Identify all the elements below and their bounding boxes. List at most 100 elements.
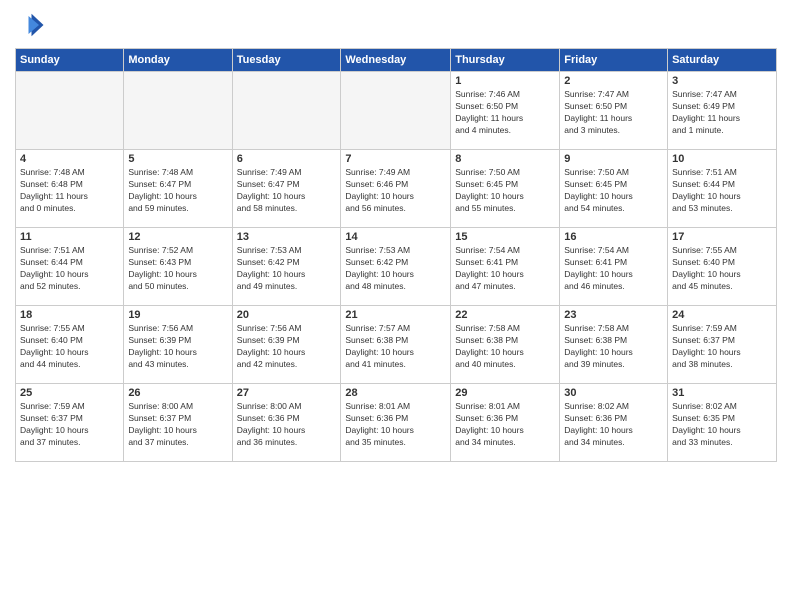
day-info: Sunrise: 8:00 AM Sunset: 6:37 PM Dayligh… — [128, 401, 227, 449]
calendar-cell: 10 Sunrise: 7:51 AM Sunset: 6:44 PM Dayli… — [668, 150, 777, 228]
day-number: 22 — [455, 309, 555, 321]
day-number: 13 — [237, 231, 337, 243]
day-number: 7 — [345, 153, 446, 165]
day-number: 31 — [672, 387, 772, 399]
day-info: Sunrise: 7:46 AM Sunset: 6:50 PM Dayligh… — [455, 89, 555, 137]
logo — [15, 10, 49, 40]
day-number: 6 — [237, 153, 337, 165]
day-number: 2 — [564, 75, 663, 87]
day-number: 11 — [20, 231, 119, 243]
day-number: 18 — [20, 309, 119, 321]
calendar-cell: 3 Sunrise: 7:47 AM Sunset: 6:49 PM Daylig… — [668, 72, 777, 150]
day-info: Sunrise: 7:50 AM Sunset: 6:45 PM Dayligh… — [564, 167, 663, 215]
calendar-table: SundayMondayTuesdayWednesdayThursdayFrid… — [15, 48, 777, 462]
calendar-cell: 25Sunrise: 7:59 AM Sunset: 6:37 PM Dayli… — [16, 384, 124, 462]
calendar-cell — [124, 72, 232, 150]
calendar-cell: 24Sunrise: 7:59 AM Sunset: 6:37 PM Dayli… — [668, 306, 777, 384]
calendar-cell: 2 Sunrise: 7:47 AM Sunset: 6:50 PM Daylig… — [560, 72, 668, 150]
calendar-cell: 1 Sunrise: 7:46 AM Sunset: 6:50 PM Daylig… — [451, 72, 560, 150]
calendar-cell: 28 Sunrise: 8:01 AM Sunset: 6:36 PM Dayli… — [341, 384, 451, 462]
day-number: 17 — [672, 231, 772, 243]
calendar-cell: 29 Sunrise: 8:01 AM Sunset: 6:36 PM Dayli… — [451, 384, 560, 462]
day-number: 1 — [455, 75, 555, 87]
calendar-cell: 20 Sunrise: 7:56 AM Sunset: 6:39 PM Dayli… — [232, 306, 341, 384]
day-number: 28 — [345, 387, 446, 399]
day-info: Sunrise: 7:54 AM Sunset: 6:41 PM Dayligh… — [455, 245, 555, 293]
day-info: Sunrise: 7:54 AM Sunset: 6:41 PM Dayligh… — [564, 245, 663, 293]
calendar-cell — [232, 72, 341, 150]
day-info: Sunrise: 7:56 AM Sunset: 6:39 PM Dayligh… — [237, 323, 337, 371]
day-number: 4 — [20, 153, 119, 165]
calendar-week-row: 1 Sunrise: 7:46 AM Sunset: 6:50 PM Daylig… — [16, 72, 777, 150]
day-info: Sunrise: 7:56 AM Sunset: 6:39 PM Dayligh… — [128, 323, 227, 371]
weekday-header: Thursday — [451, 49, 560, 72]
calendar-cell: 27 Sunrise: 8:00 AM Sunset: 6:36 PM Dayli… — [232, 384, 341, 462]
calendar-cell: 9 Sunrise: 7:50 AM Sunset: 6:45 PM Daylig… — [560, 150, 668, 228]
calendar-week-row: 18 Sunrise: 7:55 AM Sunset: 6:40 PM Dayli… — [16, 306, 777, 384]
day-info: Sunrise: 7:50 AM Sunset: 6:45 PM Dayligh… — [455, 167, 555, 215]
day-info: Sunrise: 8:00 AM Sunset: 6:36 PM Dayligh… — [237, 401, 337, 449]
logo-icon — [15, 10, 45, 40]
day-number: 21 — [345, 309, 446, 321]
day-number: 25 — [20, 387, 119, 399]
day-info: Sunrise: 7:47 AM Sunset: 6:50 PM Dayligh… — [564, 89, 663, 137]
day-number: 24 — [672, 309, 772, 321]
calendar-cell: 30 Sunrise: 8:02 AM Sunset: 6:36 PM Dayli… — [560, 384, 668, 462]
calendar-cell: 14Sunrise: 7:53 AM Sunset: 6:42 PM Dayli… — [341, 228, 451, 306]
day-number: 19 — [128, 309, 227, 321]
calendar-cell: 19 Sunrise: 7:56 AM Sunset: 6:39 PM Dayli… — [124, 306, 232, 384]
weekday-row: SundayMondayTuesdayWednesdayThursdayFrid… — [16, 49, 777, 72]
day-info: Sunrise: 7:51 AM Sunset: 6:44 PM Dayligh… — [672, 167, 772, 215]
weekday-header: Tuesday — [232, 49, 341, 72]
calendar-cell: 6Sunrise: 7:49 AM Sunset: 6:47 PM Daylig… — [232, 150, 341, 228]
day-info: Sunrise: 7:55 AM Sunset: 6:40 PM Dayligh… — [20, 323, 119, 371]
weekday-header: Friday — [560, 49, 668, 72]
calendar-week-row: 25Sunrise: 7:59 AM Sunset: 6:37 PM Dayli… — [16, 384, 777, 462]
day-number: 15 — [455, 231, 555, 243]
calendar-week-row: 11 Sunrise: 7:51 AM Sunset: 6:44 PM Dayli… — [16, 228, 777, 306]
day-info: Sunrise: 8:02 AM Sunset: 6:36 PM Dayligh… — [564, 401, 663, 449]
calendar-cell: 11 Sunrise: 7:51 AM Sunset: 6:44 PM Dayli… — [16, 228, 124, 306]
day-number: 9 — [564, 153, 663, 165]
calendar-cell — [341, 72, 451, 150]
day-info: Sunrise: 8:01 AM Sunset: 6:36 PM Dayligh… — [345, 401, 446, 449]
day-info: Sunrise: 7:53 AM Sunset: 6:42 PM Dayligh… — [237, 245, 337, 293]
day-info: Sunrise: 7:49 AM Sunset: 6:46 PM Dayligh… — [345, 167, 446, 215]
calendar-cell: 15 Sunrise: 7:54 AM Sunset: 6:41 PM Dayli… — [451, 228, 560, 306]
day-number: 8 — [455, 153, 555, 165]
day-info: Sunrise: 7:51 AM Sunset: 6:44 PM Dayligh… — [20, 245, 119, 293]
day-info: Sunrise: 7:48 AM Sunset: 6:47 PM Dayligh… — [128, 167, 227, 215]
day-info: Sunrise: 7:47 AM Sunset: 6:49 PM Dayligh… — [672, 89, 772, 137]
day-info: Sunrise: 7:55 AM Sunset: 6:40 PM Dayligh… — [672, 245, 772, 293]
day-number: 20 — [237, 309, 337, 321]
weekday-header: Saturday — [668, 49, 777, 72]
day-number: 10 — [672, 153, 772, 165]
calendar-header: SundayMondayTuesdayWednesdayThursdayFrid… — [16, 49, 777, 72]
calendar-body: 1 Sunrise: 7:46 AM Sunset: 6:50 PM Daylig… — [16, 72, 777, 462]
day-number: 26 — [128, 387, 227, 399]
day-number: 3 — [672, 75, 772, 87]
day-info: Sunrise: 7:58 AM Sunset: 6:38 PM Dayligh… — [564, 323, 663, 371]
day-number: 29 — [455, 387, 555, 399]
day-info: Sunrise: 7:53 AM Sunset: 6:42 PM Dayligh… — [345, 245, 446, 293]
day-number: 23 — [564, 309, 663, 321]
calendar-cell — [16, 72, 124, 150]
page: SundayMondayTuesdayWednesdayThursdayFrid… — [0, 0, 792, 612]
calendar-cell: 17 Sunrise: 7:55 AM Sunset: 6:40 PM Dayli… — [668, 228, 777, 306]
calendar-cell: 26 Sunrise: 8:00 AM Sunset: 6:37 PM Dayli… — [124, 384, 232, 462]
day-info: Sunrise: 7:52 AM Sunset: 6:43 PM Dayligh… — [128, 245, 227, 293]
calendar-cell: 12Sunrise: 7:52 AM Sunset: 6:43 PM Dayli… — [124, 228, 232, 306]
day-number: 30 — [564, 387, 663, 399]
weekday-header: Monday — [124, 49, 232, 72]
day-number: 27 — [237, 387, 337, 399]
day-info: Sunrise: 7:58 AM Sunset: 6:38 PM Dayligh… — [455, 323, 555, 371]
calendar-cell: 22 Sunrise: 7:58 AM Sunset: 6:38 PM Dayli… — [451, 306, 560, 384]
day-info: Sunrise: 8:01 AM Sunset: 6:36 PM Dayligh… — [455, 401, 555, 449]
calendar-cell: 21Sunrise: 7:57 AM Sunset: 6:38 PM Dayli… — [341, 306, 451, 384]
calendar-cell: 13 Sunrise: 7:53 AM Sunset: 6:42 PM Dayli… — [232, 228, 341, 306]
calendar-cell: 16Sunrise: 7:54 AM Sunset: 6:41 PM Dayli… — [560, 228, 668, 306]
calendar-cell: 18 Sunrise: 7:55 AM Sunset: 6:40 PM Dayli… — [16, 306, 124, 384]
calendar-week-row: 4Sunrise: 7:48 AM Sunset: 6:48 PM Daylig… — [16, 150, 777, 228]
day-number: 5 — [128, 153, 227, 165]
weekday-header: Sunday — [16, 49, 124, 72]
